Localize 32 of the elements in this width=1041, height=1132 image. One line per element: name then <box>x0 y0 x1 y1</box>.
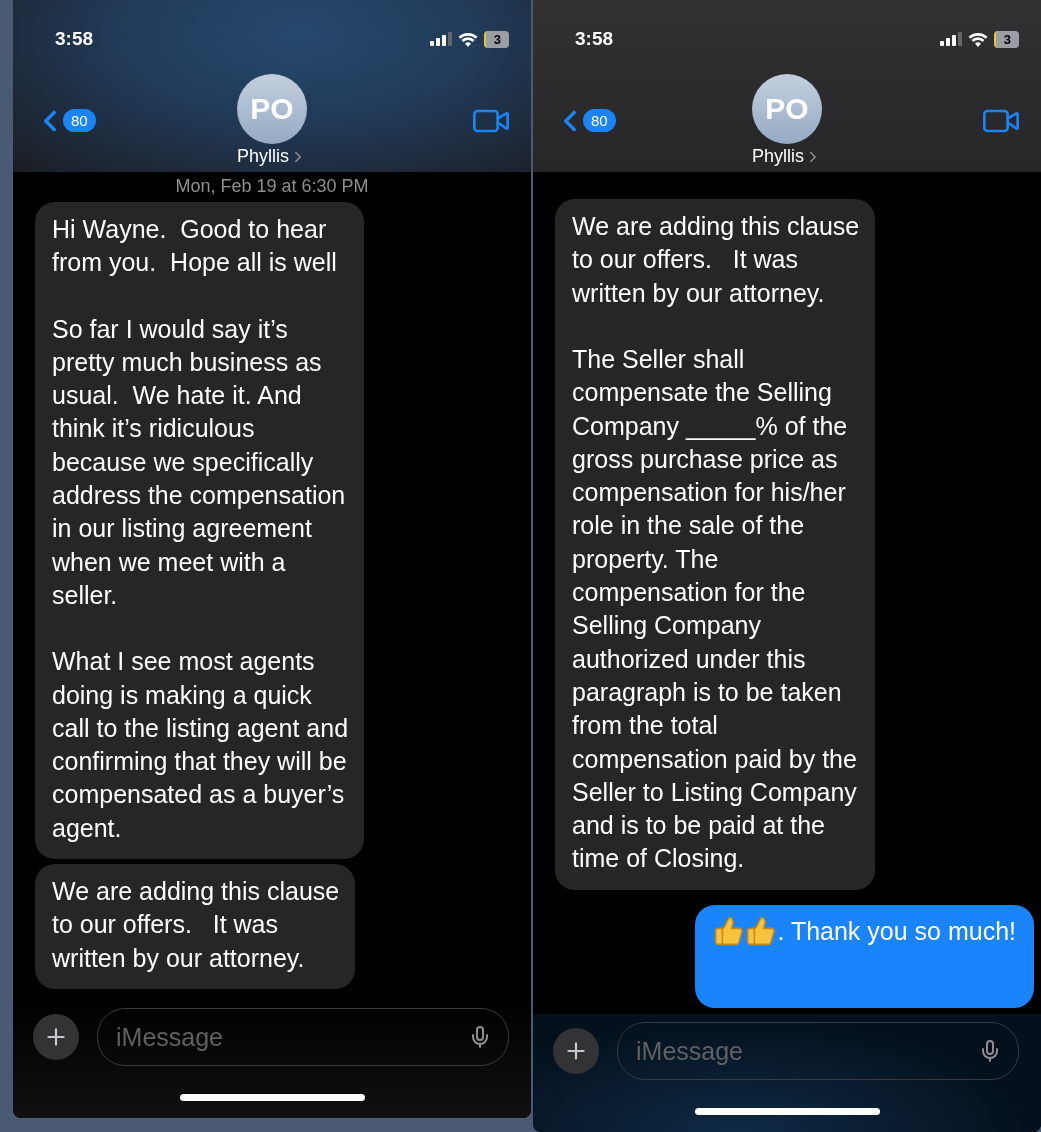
contact-name[interactable]: Phyllis <box>237 146 307 167</box>
message-input[interactable]: iMessage <box>114 1021 468 1053</box>
message-text: So far I would say it’s pretty much business as usual. We hate it. And think it’s ridiculous because we specifically address the compensation in our listing agreement when we meet with a seller. <box>52 313 347 611</box>
message-text: We are adding this clause to our offers. It was written by our attorney. <box>572 211 860 309</box>
wifi-icon <box>457 31 478 47</box>
signal-icon <box>939 32 962 46</box>
message-text: . Thank you so much! <box>777 915 1016 947</box>
status-time: 3:58 <box>55 28 94 50</box>
contact-name[interactable]: Phyllis <box>752 146 822 167</box>
contact-avatar[interactable]: PO <box>752 74 822 144</box>
message-input-field[interactable]: iMessage <box>97 1008 509 1066</box>
message-text: The Seller shall compensate the Selling Company _____% of the gross purchase price as compensation for his/her role in the sale of the property. The compensation for the Selling Company authorized under this paragraph is to be taken from the total compensation paid by the Seller to Listing Company and is to be paid at the time of Closing. <box>572 343 858 875</box>
thumbs-up-icon <box>745 915 778 948</box>
add-button[interactable] <box>553 1028 599 1074</box>
battery-icon: 3 <box>993 30 1019 48</box>
message-input[interactable]: iMessage <box>634 1035 978 1067</box>
back-button[interactable]: 80 <box>33 103 96 138</box>
unread-badge: 80 <box>583 109 616 132</box>
message-text: What I see most agents doing is making a quick call to the listing agent and confirming that they will be compensated as a buyer’s agent. <box>52 646 349 844</box>
unread-badge: 80 <box>63 109 96 132</box>
battery-icon: 3 <box>483 30 509 48</box>
message-text: Hi Wayne. Good to hear from you. Hope all is well <box>52 214 338 279</box>
message-input-field[interactable]: iMessage <box>617 1022 1019 1080</box>
contact-avatar[interactable]: PO <box>237 74 307 144</box>
add-button[interactable] <box>33 1014 79 1060</box>
status-time: 3:58 <box>575 28 614 50</box>
message-text: We are adding this clause to our offers. It was written by our attorney. <box>52 876 340 974</box>
signal-icon <box>429 32 452 46</box>
message-timestamp: Mon, Feb 19 at 6:30 PM <box>175 176 369 197</box>
thumbs-up-icon <box>713 915 746 948</box>
wifi-icon <box>967 31 988 47</box>
back-button[interactable]: 80 <box>553 103 616 138</box>
